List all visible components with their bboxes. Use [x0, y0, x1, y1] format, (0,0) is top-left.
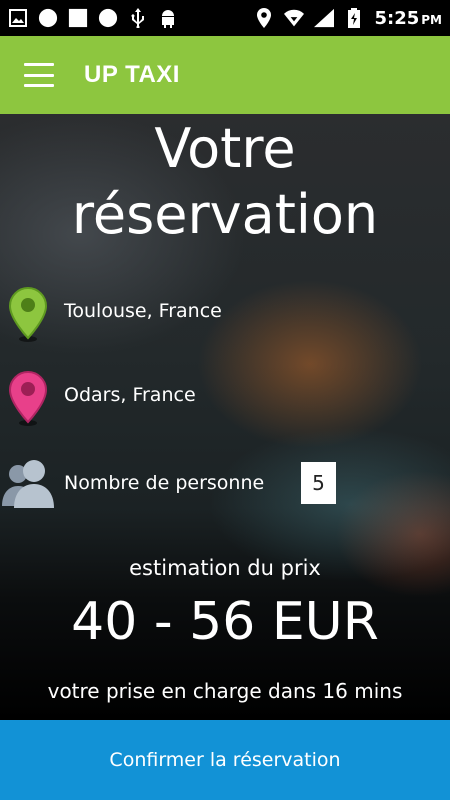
reservation-panel: Votre réservation Toulouse, France Odars… [0, 114, 450, 720]
system-icons: 5:25 PM [254, 8, 442, 29]
pickup-row[interactable]: Toulouse, France [0, 284, 450, 344]
status-bar: 5:25 PM [0, 0, 450, 36]
app-title: UP TAXI [84, 61, 180, 88]
signal-icon [314, 8, 335, 28]
dropoff-row[interactable]: Odars, France [0, 368, 450, 428]
notification-icons [8, 8, 178, 28]
battery-icon [344, 8, 364, 28]
app-bar: UP TAXI [0, 36, 450, 114]
title-line-2: réservation [71, 183, 379, 246]
confirm-button[interactable]: Confirmer la réservation [0, 720, 450, 800]
pink-pin-icon [8, 370, 48, 430]
page-title: Votre réservation [0, 114, 450, 248]
estimate-label: estimation du prix [129, 556, 321, 580]
pickup-location: Toulouse, France [64, 300, 222, 322]
circle-icon [38, 8, 58, 28]
square-icon [68, 8, 88, 28]
people-icon [0, 458, 58, 514]
usb-icon [128, 8, 148, 28]
android-icon [158, 8, 178, 28]
people-count-input[interactable]: 5 [301, 462, 336, 504]
price-range: 40 - 56 EUR [71, 592, 379, 652]
clock: 5:25 PM [374, 8, 442, 29]
clock-ampm: PM [421, 12, 442, 27]
image-icon [8, 8, 28, 28]
pickup-eta: votre prise en charge dans 16 mins [47, 679, 403, 703]
green-pin-icon [8, 286, 48, 346]
hamburger-menu-icon[interactable] [24, 63, 54, 87]
location-icon [254, 8, 274, 28]
wifi-icon [284, 8, 305, 28]
dropoff-location: Odars, France [64, 384, 196, 406]
circle-icon [98, 8, 118, 28]
people-row: Nombre de personne 5 [0, 458, 450, 510]
title-line-1: Votre [154, 117, 296, 180]
clock-time: 5:25 [374, 7, 420, 29]
people-label: Nombre de personne [64, 472, 265, 494]
